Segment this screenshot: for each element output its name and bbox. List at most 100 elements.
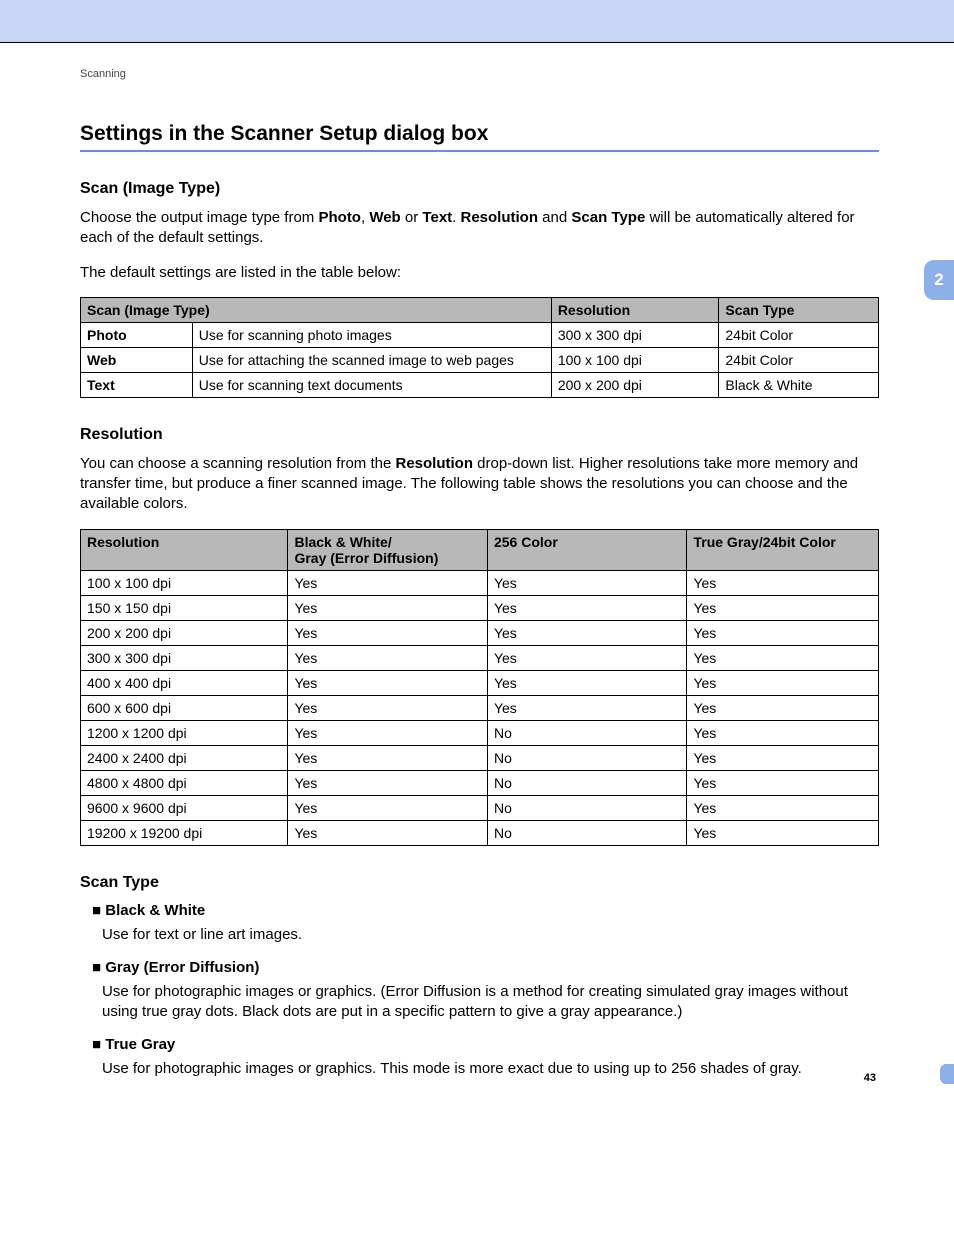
table-cell: Yes	[288, 570, 488, 595]
table-row: PhotoUse for scanning photo images300 x …	[81, 322, 879, 347]
table-cell: Yes	[487, 620, 687, 645]
text: or	[401, 209, 423, 226]
table-cell: Yes	[288, 795, 488, 820]
table-header: Scan Type	[719, 297, 879, 322]
page-tab-marker	[940, 1064, 954, 1084]
table-cell: Web	[81, 347, 193, 372]
table-cell: Yes	[487, 695, 687, 720]
list-item-label: Black & White	[92, 902, 205, 919]
table-cell: 150 x 150 dpi	[81, 595, 288, 620]
table-cell: Yes	[487, 570, 687, 595]
table-cell: Yes	[288, 770, 488, 795]
table-cell: Yes	[288, 620, 488, 645]
list-item-description: Use for photographic images or graphics.…	[102, 1059, 879, 1079]
breadcrumb: Scanning	[80, 43, 879, 80]
table-cell: No	[487, 720, 687, 745]
list-item-label: True Gray	[92, 1036, 175, 1053]
title-underline	[80, 150, 879, 152]
table-cell: No	[487, 795, 687, 820]
table-row: 200 x 200 dpiYesYesYes	[81, 620, 879, 645]
list-item: True Gray	[92, 1036, 879, 1053]
table-cell: Use for attaching the scanned image to w…	[192, 347, 551, 372]
table-cell: 100 x 100 dpi	[551, 347, 719, 372]
table-cell: Yes	[288, 820, 488, 845]
table-cell: 2400 x 2400 dpi	[81, 745, 288, 770]
table-cell: 300 x 300 dpi	[551, 322, 719, 347]
table-cell: Photo	[81, 322, 193, 347]
table-cell: Yes	[487, 670, 687, 695]
table-cell: Yes	[288, 720, 488, 745]
table-cell: Yes	[687, 645, 879, 670]
table-cell: Use for scanning photo images	[192, 322, 551, 347]
table-cell: No	[487, 745, 687, 770]
table-row: 600 x 600 dpiYesYesYes	[81, 695, 879, 720]
text-bold: Text	[422, 209, 452, 226]
table-cell: Use for scanning text documents	[192, 372, 551, 397]
text-bold: Web	[369, 209, 400, 226]
table-cell: Yes	[687, 720, 879, 745]
page-number: 43	[864, 1072, 876, 1084]
table-header: Resolution	[81, 529, 288, 570]
list-item: Gray (Error Diffusion)	[92, 959, 879, 976]
table-cell: No	[487, 820, 687, 845]
list-item-label: Gray (Error Diffusion)	[92, 959, 259, 976]
section-heading-scan-type: Scan Type	[80, 874, 879, 892]
table-cell: 4800 x 4800 dpi	[81, 770, 288, 795]
table-row: 2400 x 2400 dpiYesNoYes	[81, 745, 879, 770]
table-cell: Yes	[487, 595, 687, 620]
table-cell: 300 x 300 dpi	[81, 645, 288, 670]
text: Choose the output image type from	[80, 209, 318, 226]
page-title: Settings in the Scanner Setup dialog box	[80, 122, 879, 146]
paragraph-scan-image-type-1: Choose the output image type from Photo,…	[80, 208, 879, 249]
table-cell: 400 x 400 dpi	[81, 670, 288, 695]
table-header: Scan (Image Type)	[81, 297, 552, 322]
table-cell: Yes	[687, 595, 879, 620]
list-item-description: Use for photographic images or graphics.…	[102, 982, 879, 1023]
table-cell: Text	[81, 372, 193, 397]
table-cell: No	[487, 770, 687, 795]
table-row: 1200 x 1200 dpiYesNoYes	[81, 720, 879, 745]
text: You can choose a scanning resolution fro…	[80, 455, 395, 472]
table-row: 150 x 150 dpiYesYesYes	[81, 595, 879, 620]
table-header: 256 Color	[487, 529, 687, 570]
top-bar	[0, 0, 954, 42]
list-item: Black & White	[92, 902, 879, 919]
table-row: WebUse for attaching the scanned image t…	[81, 347, 879, 372]
table-cell: Yes	[687, 620, 879, 645]
text-bold: Photo	[318, 209, 361, 226]
table-cell: Black & White	[719, 372, 879, 397]
table-cell: 19200 x 19200 dpi	[81, 820, 288, 845]
table-row: 300 x 300 dpiYesYesYes	[81, 645, 879, 670]
table-header: Black & White/Gray (Error Diffusion)	[288, 529, 488, 570]
table-cell: Yes	[687, 695, 879, 720]
table-resolution: Resolution Black & White/Gray (Error Dif…	[80, 529, 879, 846]
table-cell: Yes	[288, 645, 488, 670]
table-cell: 100 x 100 dpi	[81, 570, 288, 595]
table-cell: Yes	[687, 670, 879, 695]
table-row: 19200 x 19200 dpiYesNoYes	[81, 820, 879, 845]
table-header-row: Resolution Black & White/Gray (Error Dif…	[81, 529, 879, 570]
table-cell: Yes	[687, 745, 879, 770]
table-header: True Gray/24bit Color	[687, 529, 879, 570]
table-row: 400 x 400 dpiYesYesYes	[81, 670, 879, 695]
table-cell: Yes	[288, 670, 488, 695]
table-row: 100 x 100 dpiYesYesYes	[81, 570, 879, 595]
table-cell: Yes	[487, 645, 687, 670]
text-bold: Resolution	[395, 455, 473, 472]
table-row: TextUse for scanning text documents200 x…	[81, 372, 879, 397]
section-heading-scan-image-type: Scan (Image Type)	[80, 180, 879, 198]
table-cell: 9600 x 9600 dpi	[81, 795, 288, 820]
table-row: 4800 x 4800 dpiYesNoYes	[81, 770, 879, 795]
table-cell: 200 x 200 dpi	[81, 620, 288, 645]
table-cell: Yes	[288, 745, 488, 770]
section-heading-resolution: Resolution	[80, 426, 879, 444]
table-cell: Yes	[687, 795, 879, 820]
table-cell: 600 x 600 dpi	[81, 695, 288, 720]
text-bold: Resolution	[461, 209, 539, 226]
table-cell: Yes	[288, 595, 488, 620]
page-content: 2 Scanning Settings in the Scanner Setup…	[0, 42, 954, 1134]
text: and	[538, 209, 571, 226]
paragraph-scan-image-type-2: The default settings are listed in the t…	[80, 263, 879, 283]
table-cell: Yes	[288, 695, 488, 720]
text: .	[452, 209, 460, 226]
